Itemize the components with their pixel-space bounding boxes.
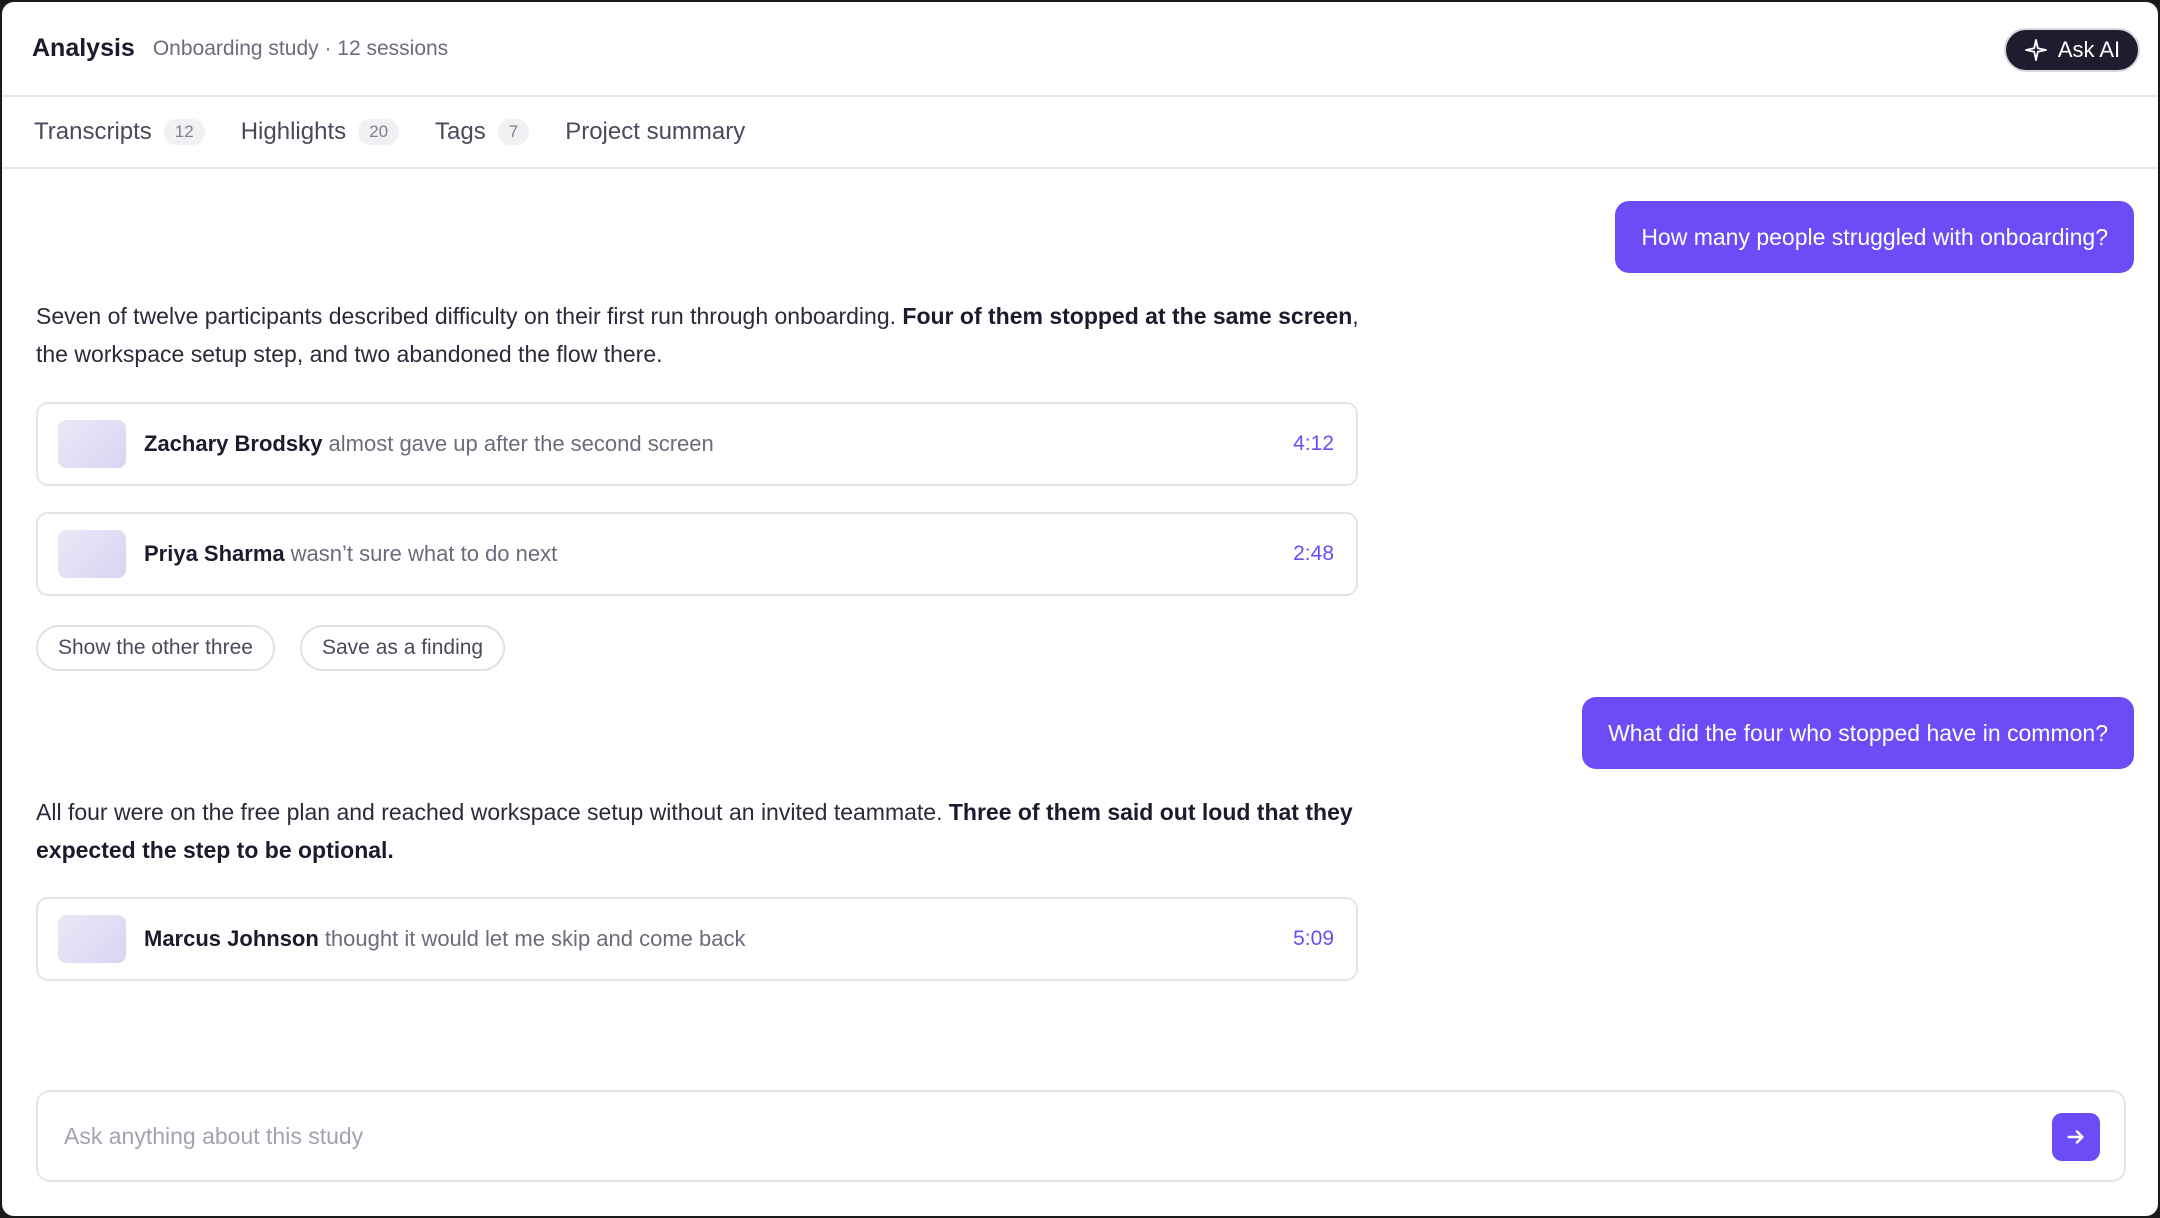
clip-quote: wasn’t sure what to do next xyxy=(290,541,558,566)
tab-label: Highlights xyxy=(240,118,347,145)
arrow-right-icon xyxy=(2067,1130,2084,1144)
tab-tags[interactable]: Tags 7 xyxy=(435,118,530,146)
tab-transcripts[interactable]: Transcripts 12 xyxy=(34,118,205,146)
clip-timestamp[interactable]: 5:09 xyxy=(1293,927,1334,951)
user-message: How many people struggled with onboardin… xyxy=(1615,201,2134,273)
tab-bar: Transcripts 12 Highlights 20 Tags 7 Proj… xyxy=(2,97,2158,169)
participant-name: Priya Sharma xyxy=(144,541,285,566)
conversation: How many people struggled with onboardin… xyxy=(2,169,2158,1069)
ai-response-emphasis: Four of them stopped at the same screen xyxy=(902,303,1353,329)
page-title: Analysis xyxy=(32,34,135,62)
ai-response-text: Seven of twelve participants described d… xyxy=(36,303,903,329)
tab-count-badge: 7 xyxy=(497,119,530,145)
participant-name: Zachary Brodsky xyxy=(144,431,323,456)
header: Analysis Onboarding study · 12 sessions … xyxy=(2,2,2158,97)
tab-project-summary[interactable]: Project summary xyxy=(565,118,745,146)
page-subtitle: Onboarding study · 12 sessions xyxy=(152,36,449,60)
participant-name: Marcus Johnson xyxy=(144,926,319,951)
clip-card[interactable]: Marcus Johnson thought it would let me s… xyxy=(36,897,1358,981)
clip-thumbnail xyxy=(58,530,126,578)
clip-card[interactable]: Priya Sharma wasn’t sure what to do next… xyxy=(36,512,1358,596)
clip-thumbnail xyxy=(58,915,126,963)
clip-card[interactable]: Zachary Brodsky almost gave up after the… xyxy=(36,402,1358,486)
tab-count-badge: 12 xyxy=(163,119,205,145)
clip-quote: thought it would let me skip and come ba… xyxy=(324,926,746,951)
clip-quote: almost gave up after the second screen xyxy=(328,431,714,456)
ask-input[interactable] xyxy=(64,1122,1964,1150)
clip-timestamp[interactable]: 2:48 xyxy=(1293,542,1334,566)
app-window: Analysis Onboarding study · 12 sessions … xyxy=(2,2,2158,1216)
show-other-three-button[interactable]: Show the other three xyxy=(36,625,275,671)
ai-response: All four were on the free plan and reach… xyxy=(36,793,1366,869)
tab-highlights[interactable]: Highlights 20 xyxy=(240,118,400,146)
tab-label: Tags xyxy=(435,118,486,145)
ai-response: Seven of twelve participants described d… xyxy=(36,297,1366,373)
tab-label: Transcripts xyxy=(34,118,152,145)
ai-response-text: All four were on the free plan and reach… xyxy=(36,799,949,825)
tab-count-badge: 20 xyxy=(358,119,400,145)
composer xyxy=(36,1090,2126,1182)
ask-ai-label: Ask AI xyxy=(2057,37,2121,62)
save-finding-button[interactable]: Save as a finding xyxy=(300,625,506,671)
send-button[interactable] xyxy=(2052,1113,2100,1161)
user-message: What did the four who stopped have in co… xyxy=(1582,697,2134,769)
ask-ai-button[interactable]: Ask AI xyxy=(2004,28,2140,72)
clip-timestamp[interactable]: 4:12 xyxy=(1293,432,1334,456)
tab-label: Project summary xyxy=(565,118,746,145)
clip-thumbnail xyxy=(58,420,126,468)
sparkle-icon xyxy=(2024,39,2047,61)
